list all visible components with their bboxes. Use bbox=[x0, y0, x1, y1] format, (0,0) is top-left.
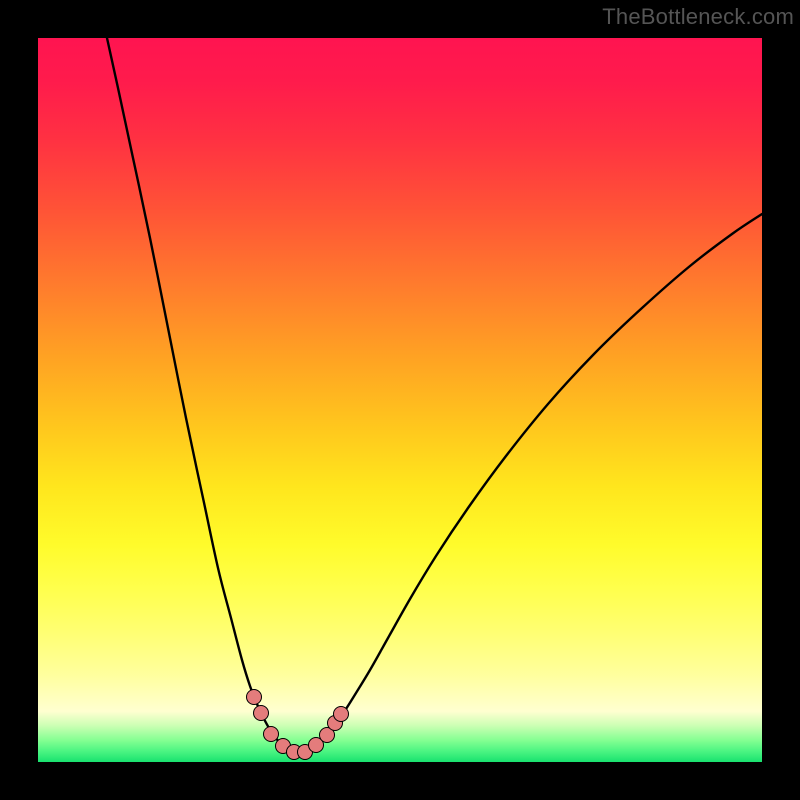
bottleneck-curve bbox=[107, 38, 762, 753]
chart-frame: TheBottleneck.com bbox=[0, 0, 800, 800]
curve-svg bbox=[38, 38, 762, 762]
curve-marker bbox=[254, 706, 269, 721]
curve-marker bbox=[247, 690, 262, 705]
plot-area bbox=[38, 38, 762, 762]
curve-marker bbox=[264, 727, 279, 742]
curve-markers bbox=[247, 690, 349, 760]
curve-marker bbox=[334, 707, 349, 722]
watermark-text: TheBottleneck.com bbox=[602, 4, 794, 30]
